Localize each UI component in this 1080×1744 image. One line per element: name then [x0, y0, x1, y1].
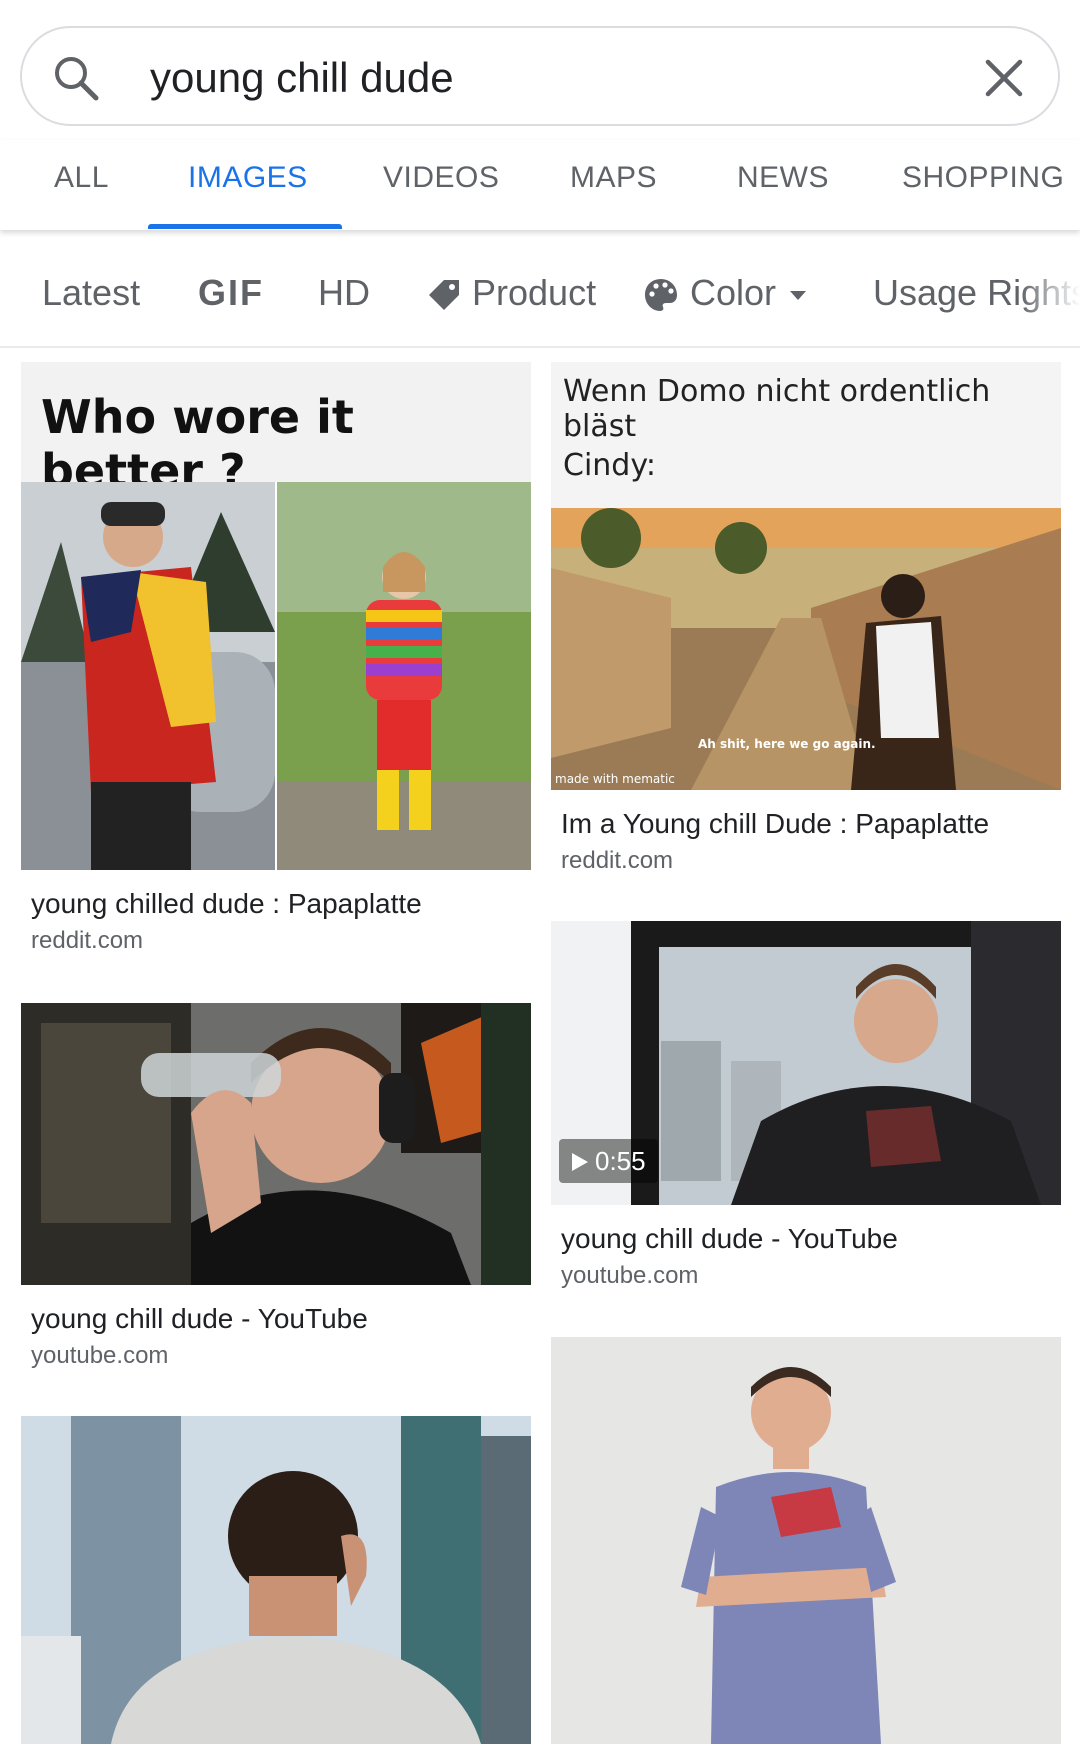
image-result[interactable]: Wenn Domo nicht ordentlich bläst Cindy: … [551, 362, 1061, 882]
result-title[interactable]: young chill dude - YouTube [561, 1223, 898, 1255]
meme-line: Cindy: [563, 448, 657, 483]
result-source: youtube.com [31, 1342, 169, 1369]
filter-bar: Latest GIF HD Product Color Usage Rights [0, 240, 1080, 348]
filter-product-label: Product [472, 272, 597, 313]
page: young chill dude ALL IMAGES VIDEOS MAPS … [0, 0, 1080, 1744]
image-result[interactable]: Who wore it better ? young chilled dude … [21, 362, 531, 962]
result-title[interactable]: Im a Young chill Dude : Papaplatte [561, 808, 989, 840]
tag-icon [429, 280, 459, 311]
filter-color-label: Color [690, 272, 777, 313]
filter-color[interactable]: Color [642, 268, 810, 318]
image-result[interactable]: young chill dude - YouTube youtube.com [21, 1003, 531, 1373]
tab-shopping[interactable]: SHOPPING [902, 140, 1064, 230]
person-city-image [21, 1416, 531, 1744]
tab-news[interactable]: NEWS [737, 140, 829, 230]
play-icon [572, 1153, 588, 1171]
search-bar[interactable]: young chill dude [20, 26, 1060, 126]
filter-latest[interactable]: Latest [42, 268, 140, 318]
tab-all[interactable]: ALL [54, 140, 109, 230]
search-tabs: ALL IMAGES VIDEOS MAPS NEWS SHOPPING [0, 140, 1080, 230]
result-thumbnail[interactable] [21, 1416, 531, 1744]
close-icon[interactable] [978, 52, 1030, 104]
tab-images[interactable]: IMAGES [188, 140, 308, 230]
result-title[interactable]: young chill dude - YouTube [31, 1303, 368, 1335]
filter-gif-label: GIF [198, 272, 264, 313]
video-duration-badge: 0:55 [559, 1139, 658, 1183]
image-result[interactable] [21, 1416, 531, 1744]
palette-icon [645, 279, 677, 312]
result-thumbnail[interactable] [21, 1003, 531, 1285]
result-title[interactable]: young chilled dude : Papaplatte [31, 888, 422, 920]
tab-videos[interactable]: VIDEOS [383, 140, 499, 230]
result-thumbnail[interactable] [551, 1337, 1061, 1744]
search-icon[interactable] [50, 52, 102, 104]
person-standing-image [551, 1337, 1061, 1744]
meme-subtitle: Ah shit, here we go again. [698, 737, 876, 751]
chevron-down-icon [790, 291, 807, 301]
active-tab-indicator [148, 224, 342, 229]
person-drinking-image [21, 1003, 531, 1285]
filter-fade [1020, 240, 1080, 346]
video-result[interactable]: 0:55 young chill dude - YouTube youtube.… [551, 921, 1061, 1291]
result-thumbnail[interactable]: 0:55 [551, 921, 1061, 1205]
filter-gif[interactable]: GIF [198, 268, 264, 318]
result-thumbnail[interactable]: Who wore it better ? [21, 362, 531, 870]
filter-hd[interactable]: HD [318, 268, 370, 318]
watermark: made with mematic [555, 772, 675, 786]
result-source: reddit.com [31, 927, 144, 954]
result-thumbnail[interactable]: Wenn Domo nicht ordentlich bläst Cindy: … [551, 362, 1061, 790]
tab-maps[interactable]: MAPS [570, 140, 657, 230]
filter-product[interactable]: Product [426, 268, 596, 318]
search-input[interactable]: young chill dude [150, 52, 454, 104]
duration-label: 0:55 [595, 1146, 646, 1176]
meme-line: Wenn Domo nicht ordentlich bläst [563, 374, 991, 444]
result-source: youtube.com [561, 1262, 699, 1289]
result-source: reddit.com [561, 847, 674, 874]
collage-image [21, 482, 531, 870]
image-result[interactable] [551, 1337, 1061, 1744]
